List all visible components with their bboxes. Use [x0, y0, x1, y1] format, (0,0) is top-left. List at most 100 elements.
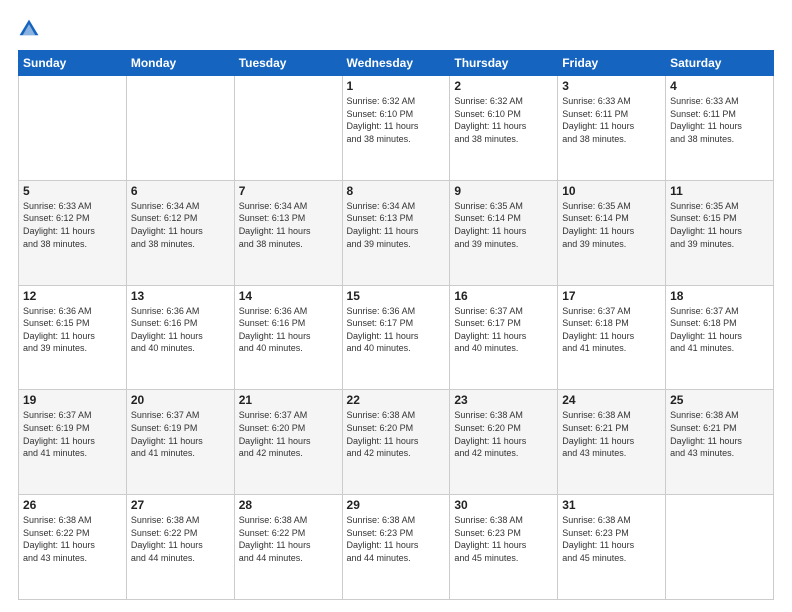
page: SundayMondayTuesdayWednesdayThursdayFrid…: [0, 0, 792, 612]
day-info: Sunrise: 6:35 AM Sunset: 6:14 PM Dayligh…: [562, 200, 661, 250]
day-info: Sunrise: 6:36 AM Sunset: 6:15 PM Dayligh…: [23, 305, 122, 355]
calendar-cell: 25Sunrise: 6:38 AM Sunset: 6:21 PM Dayli…: [666, 390, 774, 495]
calendar-cell: 8Sunrise: 6:34 AM Sunset: 6:13 PM Daylig…: [342, 180, 450, 285]
day-info: Sunrise: 6:34 AM Sunset: 6:12 PM Dayligh…: [131, 200, 230, 250]
day-info: Sunrise: 6:38 AM Sunset: 6:22 PM Dayligh…: [131, 514, 230, 564]
day-info: Sunrise: 6:38 AM Sunset: 6:23 PM Dayligh…: [562, 514, 661, 564]
calendar-cell: 30 Sunrise: 6:38 AM Sunset: 6:23 PM Dayli…: [450, 495, 558, 600]
day-number: 28: [239, 498, 338, 512]
calendar-cell: 9 Sunrise: 6:35 AM Sunset: 6:14 PM Daylig…: [450, 180, 558, 285]
calendar-cell: 15 Sunrise: 6:36 AM Sunset: 6:17 PM Dayli…: [342, 285, 450, 390]
day-number: 21: [239, 393, 338, 407]
day-info: Sunrise: 6:37 AM Sunset: 6:19 PM Dayligh…: [131, 409, 230, 459]
calendar-week-1: 1 Sunrise: 6:32 AM Sunset: 6:10 PM Daylig…: [19, 76, 774, 181]
day-number: 13: [131, 289, 230, 303]
day-number: 7: [239, 184, 338, 198]
day-info: Sunrise: 6:37 AM Sunset: 6:20 PM Dayligh…: [239, 409, 338, 459]
calendar-table: SundayMondayTuesdayWednesdayThursdayFrid…: [18, 50, 774, 600]
day-info: Sunrise: 6:38 AM Sunset: 6:23 PM Dayligh…: [347, 514, 446, 564]
calendar-cell: 19 Sunrise: 6:37 AM Sunset: 6:19 PM Dayli…: [19, 390, 127, 495]
calendar-cell: 5 Sunrise: 6:33 AM Sunset: 6:12 PM Daylig…: [19, 180, 127, 285]
day-number: 16: [454, 289, 553, 303]
logo: [18, 18, 42, 40]
calendar-cell: 6 Sunrise: 6:34 AM Sunset: 6:12 PM Daylig…: [126, 180, 234, 285]
day-info: Sunrise: 6:34 AM Sunset: 6:13 PM Dayligh…: [239, 200, 338, 250]
calendar-cell: 1 Sunrise: 6:32 AM Sunset: 6:10 PM Daylig…: [342, 76, 450, 181]
day-info: Sunrise: 6:38 AM Sunset: 6:22 PM Dayligh…: [23, 514, 122, 564]
day-info: Sunrise: 6:37 AM Sunset: 6:17 PM Dayligh…: [454, 305, 553, 355]
calendar-cell: 28 Sunrise: 6:38 AM Sunset: 6:22 PM Dayli…: [234, 495, 342, 600]
day-number: 30: [454, 498, 553, 512]
day-info: Sunrise: 6:37 AM Sunset: 6:18 PM Dayligh…: [562, 305, 661, 355]
calendar-cell: 13Sunrise: 6:36 AM Sunset: 6:16 PM Dayli…: [126, 285, 234, 390]
day-number: 23: [454, 393, 553, 407]
day-info: Sunrise: 6:38 AM Sunset: 6:23 PM Dayligh…: [454, 514, 553, 564]
day-number: 27: [131, 498, 230, 512]
day-number: 3: [562, 79, 661, 93]
day-info: Sunrise: 6:33 AM Sunset: 6:12 PM Dayligh…: [23, 200, 122, 250]
calendar-cell: 23 Sunrise: 6:38 AM Sunset: 6:20 PM Dayli…: [450, 390, 558, 495]
day-number: 18: [670, 289, 769, 303]
day-number: 29: [347, 498, 446, 512]
day-number: 31: [562, 498, 661, 512]
col-header-friday: Friday: [558, 51, 666, 76]
calendar-cell: 18Sunrise: 6:37 AM Sunset: 6:18 PM Dayli…: [666, 285, 774, 390]
calendar-cell: 17Sunrise: 6:37 AM Sunset: 6:18 PM Dayli…: [558, 285, 666, 390]
calendar-cell: 14 Sunrise: 6:36 AM Sunset: 6:16 PM Dayli…: [234, 285, 342, 390]
col-header-sunday: Sunday: [19, 51, 127, 76]
day-number: 6: [131, 184, 230, 198]
day-info: Sunrise: 6:33 AM Sunset: 6:11 PM Dayligh…: [562, 95, 661, 145]
calendar-cell: 7 Sunrise: 6:34 AM Sunset: 6:13 PM Daylig…: [234, 180, 342, 285]
calendar-cell: 10 Sunrise: 6:35 AM Sunset: 6:14 PM Dayli…: [558, 180, 666, 285]
calendar-week-5: 26 Sunrise: 6:38 AM Sunset: 6:22 PM Dayli…: [19, 495, 774, 600]
logo-icon: [18, 18, 40, 40]
day-info: Sunrise: 6:32 AM Sunset: 6:10 PM Dayligh…: [454, 95, 553, 145]
day-info: Sunrise: 6:38 AM Sunset: 6:20 PM Dayligh…: [454, 409, 553, 459]
day-number: 4: [670, 79, 769, 93]
calendar-cell: 3 Sunrise: 6:33 AM Sunset: 6:11 PM Daylig…: [558, 76, 666, 181]
calendar-week-4: 19 Sunrise: 6:37 AM Sunset: 6:19 PM Dayli…: [19, 390, 774, 495]
calendar-cell: 21 Sunrise: 6:37 AM Sunset: 6:20 PM Dayli…: [234, 390, 342, 495]
day-info: Sunrise: 6:33 AM Sunset: 6:11 PM Dayligh…: [670, 95, 769, 145]
calendar-cell: [19, 76, 127, 181]
calendar-cell: 20 Sunrise: 6:37 AM Sunset: 6:19 PM Dayli…: [126, 390, 234, 495]
header: [18, 18, 774, 40]
day-info: Sunrise: 6:37 AM Sunset: 6:19 PM Dayligh…: [23, 409, 122, 459]
day-info: Sunrise: 6:35 AM Sunset: 6:14 PM Dayligh…: [454, 200, 553, 250]
calendar-cell: 4 Sunrise: 6:33 AM Sunset: 6:11 PM Daylig…: [666, 76, 774, 181]
day-info: Sunrise: 6:38 AM Sunset: 6:21 PM Dayligh…: [670, 409, 769, 459]
day-number: 2: [454, 79, 553, 93]
day-info: Sunrise: 6:36 AM Sunset: 6:16 PM Dayligh…: [239, 305, 338, 355]
calendar-cell: [666, 495, 774, 600]
day-number: 14: [239, 289, 338, 303]
day-number: 15: [347, 289, 446, 303]
day-number: 22: [347, 393, 446, 407]
calendar-cell: 27 Sunrise: 6:38 AM Sunset: 6:22 PM Dayli…: [126, 495, 234, 600]
day-info: Sunrise: 6:36 AM Sunset: 6:17 PM Dayligh…: [347, 305, 446, 355]
day-number: 24: [562, 393, 661, 407]
calendar-header-row: SundayMondayTuesdayWednesdayThursdayFrid…: [19, 51, 774, 76]
day-number: 20: [131, 393, 230, 407]
calendar-cell: 2 Sunrise: 6:32 AM Sunset: 6:10 PM Daylig…: [450, 76, 558, 181]
day-number: 26: [23, 498, 122, 512]
day-number: 9: [454, 184, 553, 198]
day-info: Sunrise: 6:38 AM Sunset: 6:22 PM Dayligh…: [239, 514, 338, 564]
day-number: 19: [23, 393, 122, 407]
day-info: Sunrise: 6:38 AM Sunset: 6:21 PM Dayligh…: [562, 409, 661, 459]
calendar-week-3: 12Sunrise: 6:36 AM Sunset: 6:15 PM Dayli…: [19, 285, 774, 390]
calendar-cell: 22Sunrise: 6:38 AM Sunset: 6:20 PM Dayli…: [342, 390, 450, 495]
calendar-cell: 29 Sunrise: 6:38 AM Sunset: 6:23 PM Dayli…: [342, 495, 450, 600]
calendar-cell: 31 Sunrise: 6:38 AM Sunset: 6:23 PM Dayli…: [558, 495, 666, 600]
col-header-wednesday: Wednesday: [342, 51, 450, 76]
calendar-cell: 24 Sunrise: 6:38 AM Sunset: 6:21 PM Dayli…: [558, 390, 666, 495]
day-number: 11: [670, 184, 769, 198]
day-info: Sunrise: 6:34 AM Sunset: 6:13 PM Dayligh…: [347, 200, 446, 250]
day-number: 1: [347, 79, 446, 93]
day-info: Sunrise: 6:32 AM Sunset: 6:10 PM Dayligh…: [347, 95, 446, 145]
col-header-tuesday: Tuesday: [234, 51, 342, 76]
calendar-cell: 26 Sunrise: 6:38 AM Sunset: 6:22 PM Dayli…: [19, 495, 127, 600]
day-number: 5: [23, 184, 122, 198]
day-info: Sunrise: 6:35 AM Sunset: 6:15 PM Dayligh…: [670, 200, 769, 250]
day-number: 10: [562, 184, 661, 198]
col-header-monday: Monday: [126, 51, 234, 76]
